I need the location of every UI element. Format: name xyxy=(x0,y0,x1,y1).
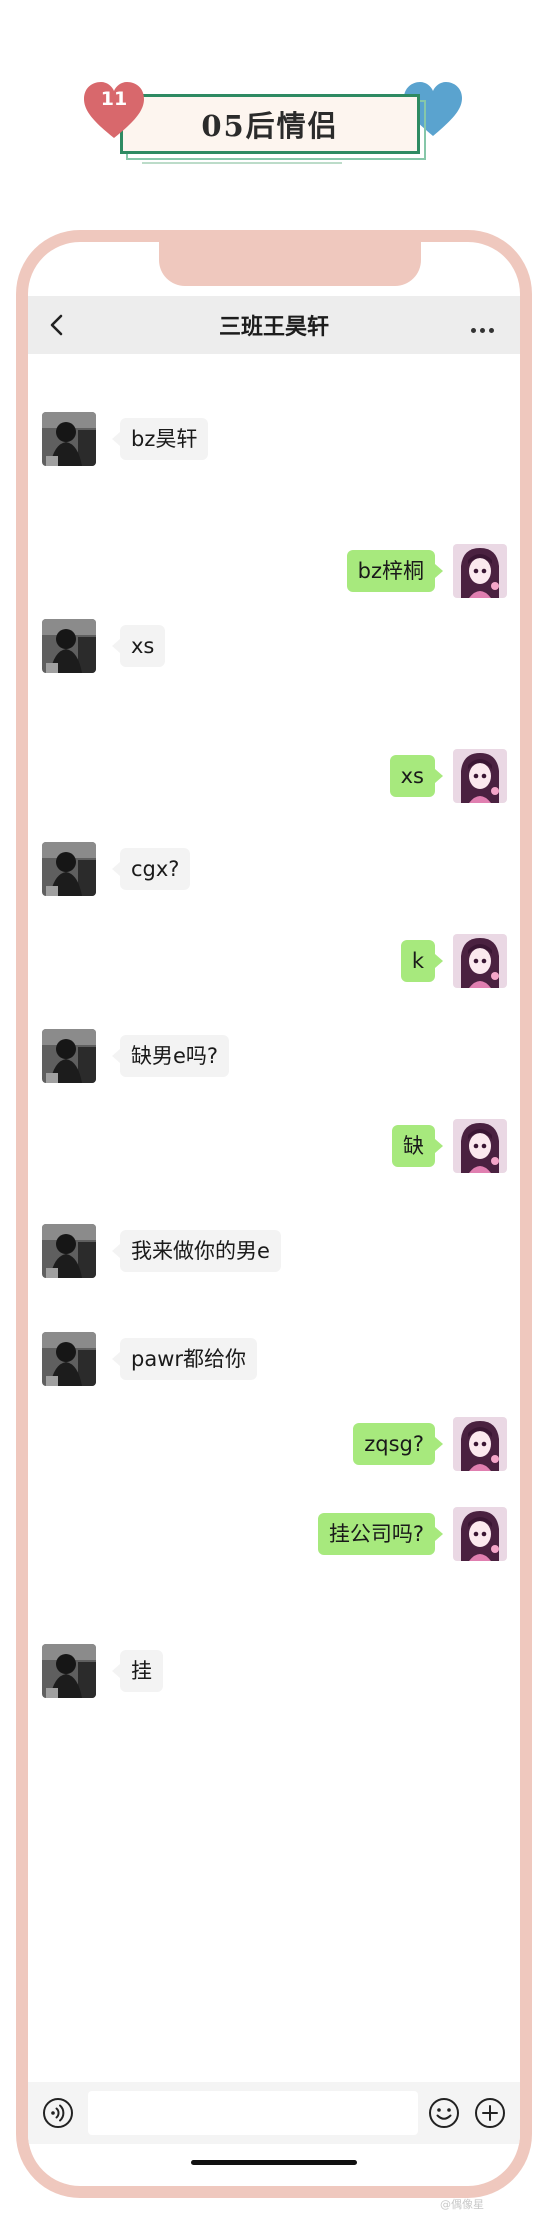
page-title: 05后情侣 xyxy=(201,109,339,143)
input-bar xyxy=(28,2082,520,2144)
phone-frame: 三班王昊轩 bz昊轩 bz梓桐 xs xs cgx? k 缺男e吗? 缺我来做你的男e pawr… xyxy=(16,230,532,2198)
message-row: xs xyxy=(28,749,520,805)
title-badge: 05后情侣 11 xyxy=(82,80,462,168)
chat-header: 三班王昊轩 xyxy=(28,296,520,354)
message-row: xs xyxy=(28,619,520,675)
my-avatar[interactable] xyxy=(453,1417,507,1471)
sent-bubble[interactable]: xs xyxy=(389,755,444,797)
more-dots-icon[interactable] xyxy=(467,318,494,337)
contact-avatar[interactable] xyxy=(42,1224,96,1278)
chat-title: 三班王昊轩 xyxy=(218,315,329,340)
message-row: 挂公司吗? xyxy=(28,1507,520,1563)
message-list[interactable]: bz昊轩 bz梓桐 xs xs cgx? k 缺男e吗? 缺我来做你的男e pawr都给你 zqs… xyxy=(28,354,520,2082)
my-avatar[interactable] xyxy=(453,1507,507,1561)
received-bubble[interactable]: 我来做你的男e xyxy=(112,1230,281,1272)
message-row: bz梓桐 xyxy=(28,544,520,600)
contact-avatar[interactable] xyxy=(42,619,96,673)
message-row: 缺 xyxy=(28,1119,520,1175)
sent-bubble[interactable]: zqsg? xyxy=(353,1423,443,1465)
message-row: cgx? xyxy=(28,842,520,898)
message-row: pawr都给你 xyxy=(28,1332,520,1388)
phone-notch xyxy=(159,242,421,286)
received-bubble[interactable]: xs xyxy=(111,625,166,667)
plus-icon[interactable] xyxy=(474,2097,506,2129)
contact-avatar[interactable] xyxy=(42,1332,96,1386)
emoji-icon[interactable] xyxy=(428,2097,460,2129)
message-row: zqsg? xyxy=(28,1417,520,1473)
message-row: 挂 xyxy=(28,1644,520,1700)
contact-avatar[interactable] xyxy=(42,1029,96,1083)
sent-bubble[interactable]: k xyxy=(400,940,444,982)
contact-avatar[interactable] xyxy=(42,1644,96,1698)
received-bubble[interactable]: pawr都给你 xyxy=(111,1338,258,1380)
badge-box: 05后情侣 xyxy=(120,94,420,154)
contact-avatar[interactable] xyxy=(42,412,96,466)
received-bubble[interactable]: cgx? xyxy=(111,848,191,890)
contact-avatar[interactable] xyxy=(42,842,96,896)
message-row: 缺男e吗? xyxy=(28,1029,520,1085)
badge-number: 11 xyxy=(100,88,128,110)
watermark: @偶像星 xyxy=(440,2198,484,2211)
message-row: k xyxy=(28,934,520,990)
sent-bubble[interactable]: 挂公司吗? xyxy=(317,1513,444,1555)
message-row: 我来做你的男e xyxy=(28,1224,520,1280)
voice-icon[interactable] xyxy=(42,2097,74,2129)
received-bubble[interactable]: bz昊轩 xyxy=(111,418,209,460)
chevron-left-icon[interactable] xyxy=(46,313,68,337)
received-bubble[interactable]: 缺男e吗? xyxy=(111,1035,230,1077)
sent-bubble[interactable]: bz梓桐 xyxy=(346,550,444,592)
received-bubble[interactable]: 挂 xyxy=(112,1650,163,1692)
my-avatar[interactable] xyxy=(453,1119,507,1173)
home-indicator[interactable] xyxy=(191,2160,357,2165)
my-avatar[interactable] xyxy=(453,749,507,803)
message-row: bz昊轩 xyxy=(28,412,520,468)
phone-screen: 三班王昊轩 bz昊轩 bz梓桐 xs xs cgx? k 缺男e吗? 缺我来做你的男e pawr… xyxy=(28,242,520,2186)
sent-bubble[interactable]: 缺 xyxy=(392,1125,443,1167)
message-input[interactable] xyxy=(88,2091,418,2135)
badge-underline xyxy=(142,162,342,164)
my-avatar[interactable] xyxy=(453,934,507,988)
my-avatar[interactable] xyxy=(453,544,507,598)
